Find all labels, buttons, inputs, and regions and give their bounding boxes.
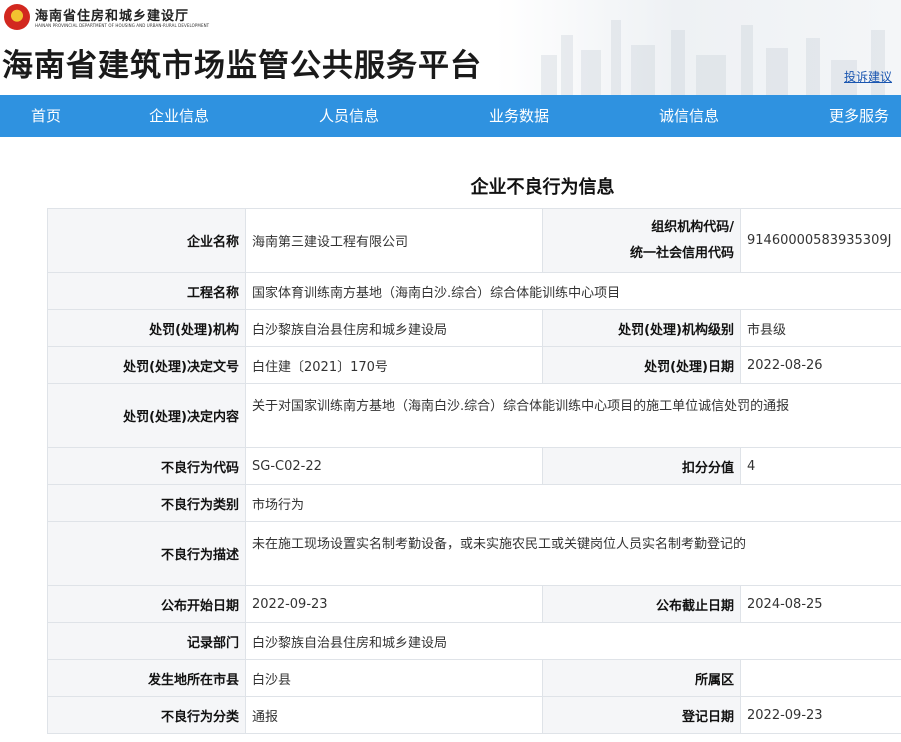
project-name-label: 工程名称: [47, 272, 246, 310]
site-title: 海南省建筑市场监管公共服务平台: [2, 48, 482, 84]
project-name-value: 国家体育训练南方基地（海南白沙.综合）综合体能训练中心项目: [245, 272, 901, 310]
table-row: 记录部门 白沙黎族自治县住房和城乡建设局: [47, 622, 901, 660]
district-label: 所属区: [542, 659, 741, 697]
table-row: 处罚(处理)决定文号 白住建〔2021〕170号 处罚(处理)日期 2022-0…: [47, 346, 901, 384]
table-row: 不良行为描述 未在施工现场设置实名制考勤设备，或未实施农民工或关键岗位人员实名制…: [47, 521, 901, 586]
deduct-points-label: 扣分分值: [542, 447, 741, 485]
nav-item-enterprise[interactable]: 企业信息: [149, 95, 209, 137]
deduct-points-value: 4: [740, 447, 901, 485]
org-code-label-line1: 组织机构代码/: [651, 219, 734, 235]
penalty-date-value: 2022-08-26: [740, 346, 901, 384]
table-row: 不良行为类别 市场行为: [47, 484, 901, 522]
page-title: 企业不良行为信息: [470, 177, 615, 198]
behavior-desc-value: 未在施工现场设置实名制考勤设备，或未实施农民工或关键岗位人员实名制考勤登记的: [245, 521, 901, 586]
publish-start-value: 2022-09-23: [245, 585, 543, 623]
department-name-en: HAINAN PROVINCIAL DEPARTMENT OF HOUSING …: [35, 23, 210, 28]
nav-item-business-data[interactable]: 业务数据: [489, 95, 549, 137]
publish-end-label: 公布截止日期: [542, 585, 741, 623]
org-code-label: 组织机构代码/统一社会信用代码: [542, 208, 741, 273]
company-name-value: 海南第三建设工程有限公司: [245, 208, 543, 273]
nav-item-credit[interactable]: 诚信信息: [659, 95, 719, 137]
behavior-code-value: SG-C02-22: [245, 447, 543, 485]
location-city-label: 发生地所在市县: [47, 659, 246, 697]
decision-content-label: 处罚(处理)决定内容: [47, 383, 246, 448]
behavior-class-value: 通报: [245, 696, 543, 734]
record-table: 企业名称 海南第三建设工程有限公司 组织机构代码/统一社会信用代码 914600…: [47, 208, 901, 734]
decision-no-label: 处罚(处理)决定文号: [47, 346, 246, 384]
behavior-category-label: 不良行为类别: [47, 484, 246, 522]
national-emblem-icon: [4, 4, 30, 30]
agency-level-label: 处罚(处理)机构级别: [542, 309, 741, 347]
register-date-label: 登记日期: [542, 696, 741, 734]
record-dept-label: 记录部门: [47, 622, 246, 660]
nav-item-personnel[interactable]: 人员信息: [319, 95, 379, 137]
agency-level-value: 市县级: [740, 309, 901, 347]
district-value: [740, 659, 901, 697]
location-city-value: 白沙县: [245, 659, 543, 697]
org-code-value: 91460000583935309J: [740, 208, 901, 273]
main-nav: 首页 企业信息 人员信息 业务数据 诚信信息 更多服务: [0, 95, 901, 137]
behavior-class-label: 不良行为分类: [47, 696, 246, 734]
register-date-value: 2022-09-23: [740, 696, 901, 734]
decision-no-value: 白住建〔2021〕170号: [245, 346, 543, 384]
table-row: 公布开始日期 2022-09-23 公布截止日期 2024-08-25: [47, 585, 901, 623]
nav-item-home[interactable]: 首页: [31, 95, 61, 137]
publish-end-value: 2024-08-25: [740, 585, 901, 623]
behavior-code-label: 不良行为代码: [47, 447, 246, 485]
penalty-agency-label: 处罚(处理)机构: [47, 309, 246, 347]
department-name: 海南省住房和城乡建设厅: [35, 9, 190, 24]
table-row: 工程名称 国家体育训练南方基地（海南白沙.综合）综合体能训练中心项目: [47, 272, 901, 310]
table-row: 处罚(处理)机构 白沙黎族自治县住房和城乡建设局 处罚(处理)机构级别 市县级: [47, 309, 901, 347]
behavior-category-value: 市场行为: [245, 484, 901, 522]
nav-item-more[interactable]: 更多服务: [829, 95, 889, 137]
table-row: 企业名称 海南第三建设工程有限公司 组织机构代码/统一社会信用代码 914600…: [47, 208, 901, 273]
table-row: 不良行为代码 SG-C02-22 扣分分值 4: [47, 447, 901, 485]
site-header: 海南省住房和城乡建设厅 HAINAN PROVINCIAL DEPARTMENT…: [0, 0, 901, 95]
table-row: 处罚(处理)决定内容 关于对国家训练南方基地（海南白沙.综合）综合体能训练中心项…: [47, 383, 901, 448]
decision-content-value: 关于对国家训练南方基地（海南白沙.综合）综合体能训练中心项目的施工单位诚信处罚的…: [245, 383, 901, 448]
report-link[interactable]: 投诉建议: [844, 68, 892, 85]
publish-start-label: 公布开始日期: [47, 585, 246, 623]
record-dept-value: 白沙黎族自治县住房和城乡建设局: [245, 622, 901, 660]
penalty-date-label: 处罚(处理)日期: [542, 346, 741, 384]
table-row: 发生地所在市县 白沙县 所属区: [47, 659, 901, 697]
penalty-agency-value: 白沙黎族自治县住房和城乡建设局: [245, 309, 543, 347]
behavior-desc-label: 不良行为描述: [47, 521, 246, 586]
org-code-label-line2: 统一社会信用代码: [629, 245, 734, 261]
table-row: 不良行为分类 通报 登记日期 2022-09-23: [47, 696, 901, 734]
company-name-label: 企业名称: [47, 208, 246, 273]
